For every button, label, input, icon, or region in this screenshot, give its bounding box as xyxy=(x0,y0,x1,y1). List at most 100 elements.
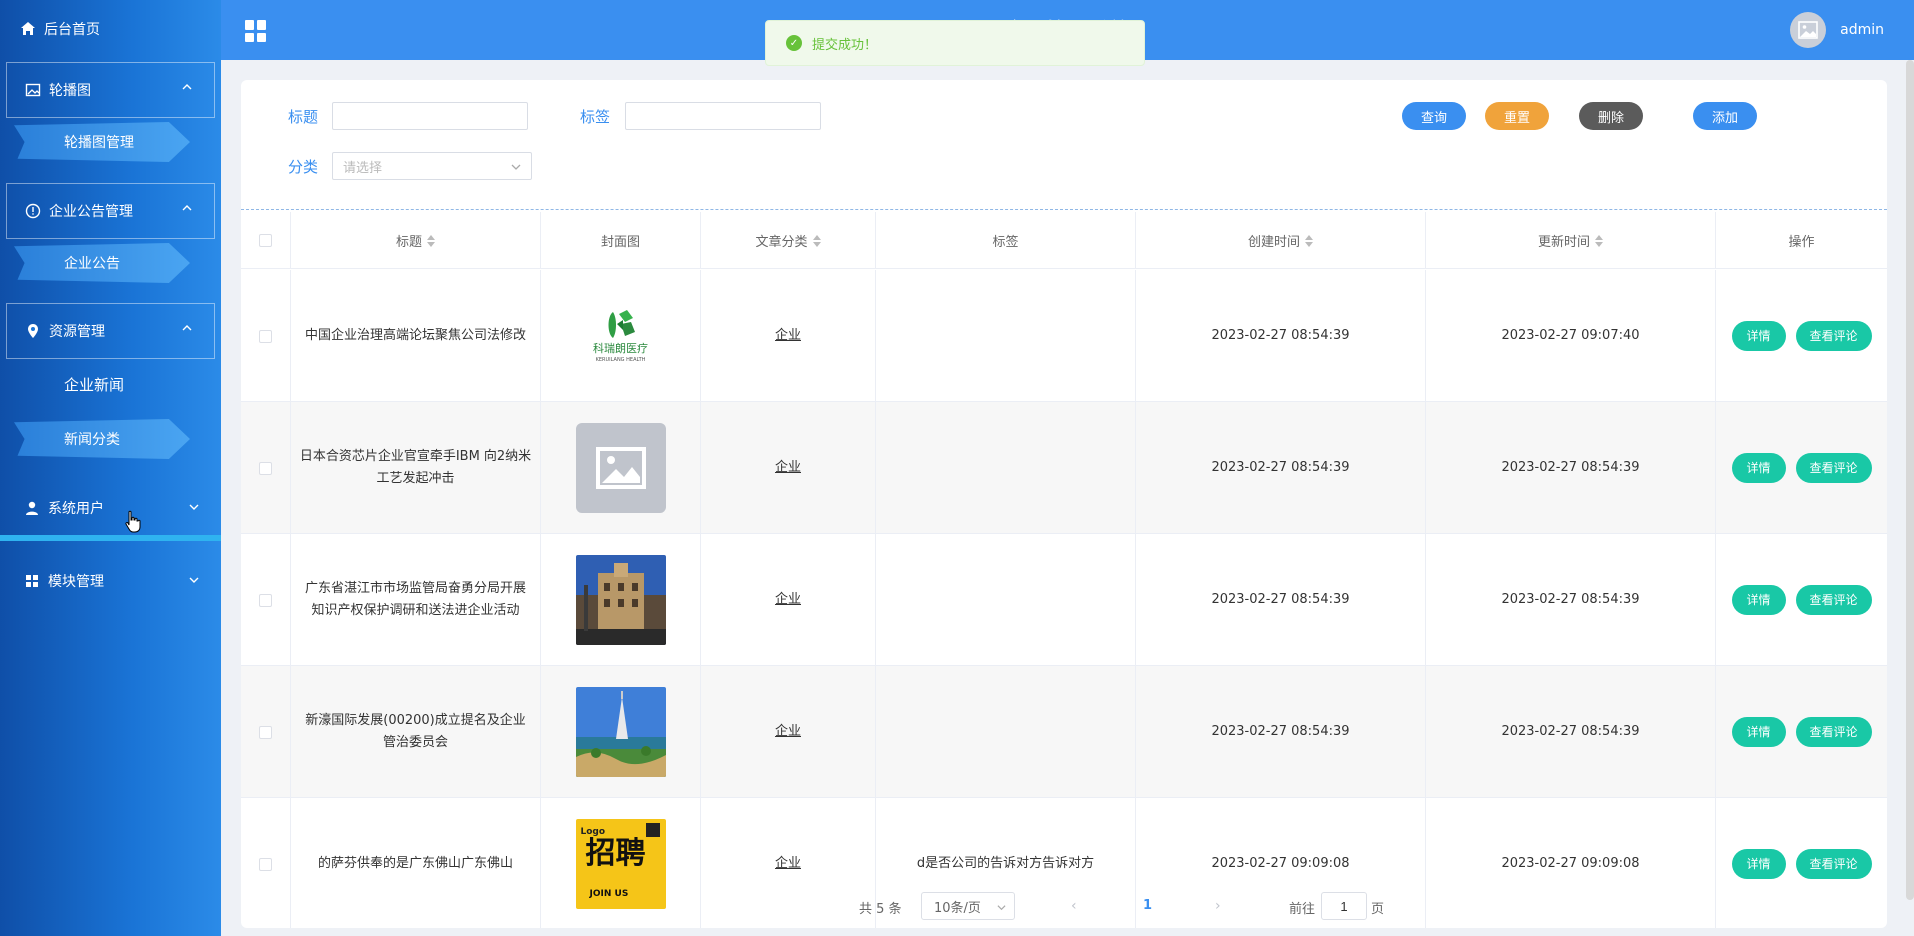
tag-filter-label: 标签 xyxy=(580,108,611,126)
image-placeholder-icon xyxy=(595,447,646,489)
table-row: 中国企业治理高端论坛聚焦公司法修改 科瑞朗医疗 KERUILANG HEALTH… xyxy=(241,270,1887,402)
row-actions: 详情 查看评论 xyxy=(1716,270,1887,402)
page-scrollbar[interactable] xyxy=(1906,60,1914,900)
sidebar: 后台首页 轮播图 轮播图管理 企业公告管理 企业公告 资源管理 企业新闻 新闻分… xyxy=(0,0,221,936)
page-size-select[interactable]: 10条/页 xyxy=(921,892,1015,920)
image-icon xyxy=(25,82,41,98)
grid-icon xyxy=(24,573,40,589)
row-updated: 2023-02-27 08:54:39 xyxy=(1426,534,1716,666)
row-category: 企业 xyxy=(701,534,876,666)
check-circle-icon: ✓ xyxy=(786,35,802,51)
cover-image[interactable] xyxy=(575,555,666,645)
row-category: 企业 xyxy=(701,666,876,798)
sort-icon[interactable] xyxy=(1595,234,1603,247)
prev-page-button[interactable]: ‹ xyxy=(1071,898,1077,914)
mouse-pointer-icon xyxy=(125,510,141,533)
success-toast: ✓ 提交成功！ xyxy=(765,20,1145,66)
sidebar-item-module-mgmt[interactable]: 模块管理 xyxy=(0,553,221,609)
avatar[interactable] xyxy=(1790,12,1826,48)
table-row: 日本合资芯片企业官宣牵手IBM 向2纳米工艺发起冲击 企业 2023-02-27… xyxy=(241,402,1887,534)
user-icon xyxy=(24,500,40,516)
row-created: 2023-02-27 08:54:39 xyxy=(1136,270,1426,402)
sort-icon[interactable] xyxy=(812,234,821,247)
view-comments-button[interactable]: 查看评论 xyxy=(1795,321,1872,351)
sidebar-group-carousel[interactable]: 轮播图 xyxy=(6,62,215,118)
select-all-checkbox[interactable] xyxy=(259,234,272,247)
view-comments-button[interactable]: 查看评论 xyxy=(1795,717,1872,747)
view-comments-button[interactable]: 查看评论 xyxy=(1795,453,1872,483)
next-page-button[interactable]: › xyxy=(1215,898,1221,914)
cover-recruit-text: 招聘 xyxy=(585,836,646,871)
detail-button[interactable]: 详情 xyxy=(1731,849,1786,879)
cover-logo-subtext: KERUILANG HEALTH xyxy=(595,357,646,363)
row-created: 2023-02-27 08:54:39 xyxy=(1136,666,1426,798)
view-comments-button[interactable]: 查看评论 xyxy=(1795,585,1872,615)
row-title: 新濠国际发展(00200)成立提名及企业管治委员会 xyxy=(291,666,541,798)
sidebar-item-news-category[interactable]: 新闻分类 xyxy=(14,419,190,459)
qr-code-icon xyxy=(645,823,660,837)
sidebar-item-label: 后台首页 xyxy=(44,22,100,38)
cover-logo-text: 科瑞朗医疗 xyxy=(593,342,648,355)
select-all-cell xyxy=(241,212,291,269)
sidebar-item-notice[interactable]: 企业公告 xyxy=(14,243,190,283)
category-select-placeholder: 请选择 xyxy=(343,160,383,176)
sidebar-item-news[interactable]: 企业新闻 xyxy=(0,364,221,404)
row-checkbox[interactable] xyxy=(259,725,272,739)
column-category[interactable]: 文章分类 xyxy=(701,212,876,269)
row-checkbox[interactable] xyxy=(259,857,272,871)
row-title: 日本合资芯片企业官宣牵手IBM 向2纳米工艺发起冲击 xyxy=(291,402,541,534)
sidebar-item-label: 模块管理 xyxy=(48,574,104,590)
username[interactable]: admin xyxy=(1840,22,1884,38)
row-actions: 详情 查看评论 xyxy=(1716,534,1887,666)
title-filter-label: 标题 xyxy=(288,108,319,126)
detail-button[interactable]: 详情 xyxy=(1731,321,1786,351)
detail-button[interactable]: 详情 xyxy=(1731,717,1786,747)
building-photo xyxy=(575,555,666,645)
detail-button[interactable]: 详情 xyxy=(1731,453,1786,483)
detail-button[interactable]: 详情 xyxy=(1731,585,1786,615)
sort-icon[interactable] xyxy=(1305,234,1313,247)
column-updated[interactable]: 更新时间 xyxy=(1426,212,1716,269)
row-checkbox[interactable] xyxy=(259,329,272,343)
current-page[interactable]: 1 xyxy=(1143,898,1152,913)
row-category: 企业 xyxy=(701,270,876,402)
reset-button[interactable]: 重置 xyxy=(1485,102,1549,130)
tag-filter-input[interactable] xyxy=(625,102,821,130)
divider xyxy=(241,209,1887,210)
add-button[interactable]: 添加 xyxy=(1693,102,1757,130)
sidebar-item-label: 企业公告 xyxy=(64,256,120,272)
delete-button[interactable]: 删除 xyxy=(1579,102,1643,130)
sidebar-group-notice[interactable]: 企业公告管理 xyxy=(6,183,215,239)
sidebar-group-label: 轮播图 xyxy=(49,83,91,99)
goto-page-input[interactable] xyxy=(1321,892,1367,920)
sidebar-item-label: 新闻分类 xyxy=(64,432,120,448)
sidebar-item-system-users[interactable]: 系统用户 xyxy=(0,480,221,536)
chevron-up-icon xyxy=(182,325,192,331)
row-checkbox[interactable] xyxy=(259,593,272,607)
location-pin-icon xyxy=(25,323,41,339)
sort-icon[interactable] xyxy=(427,234,435,247)
row-checkbox[interactable] xyxy=(259,461,272,475)
view-comments-button[interactable]: 查看评论 xyxy=(1795,849,1872,879)
sidebar-item-home[interactable]: 后台首页 xyxy=(0,0,221,58)
title-filter-input[interactable] xyxy=(332,102,528,130)
cover-image[interactable]: 科瑞朗医疗 KERUILANG HEALTH xyxy=(575,291,666,381)
row-actions: 详情 查看评论 xyxy=(1716,402,1887,534)
column-tag: 标签 xyxy=(876,212,1136,269)
pagination-total: 共 5 条 xyxy=(859,902,902,917)
row-title: 中国企业治理高端论坛聚焦公司法修改 xyxy=(291,270,541,402)
column-title[interactable]: 标题 xyxy=(291,212,541,269)
cover-image[interactable] xyxy=(575,423,666,513)
column-created[interactable]: 创建时间 xyxy=(1136,212,1426,269)
sidebar-item-carousel-mgmt[interactable]: 轮播图管理 xyxy=(14,122,190,162)
page-size-value: 10条/页 xyxy=(934,900,981,916)
row-title: 广东省湛江市市场监管局奋勇分局开展知识产权保护调研和送法进企业活动 xyxy=(291,534,541,666)
sidebar-item-label: 系统用户 xyxy=(48,501,104,517)
home-icon xyxy=(20,21,36,37)
sidebar-item-label: 企业新闻 xyxy=(64,375,125,394)
query-button[interactable]: 查询 xyxy=(1402,102,1466,130)
category-select[interactable]: 请选择 xyxy=(332,152,532,180)
cover-image[interactable] xyxy=(575,687,666,777)
row-created: 2023-02-27 08:54:39 xyxy=(1136,534,1426,666)
sidebar-group-resource[interactable]: 资源管理 xyxy=(6,303,215,359)
